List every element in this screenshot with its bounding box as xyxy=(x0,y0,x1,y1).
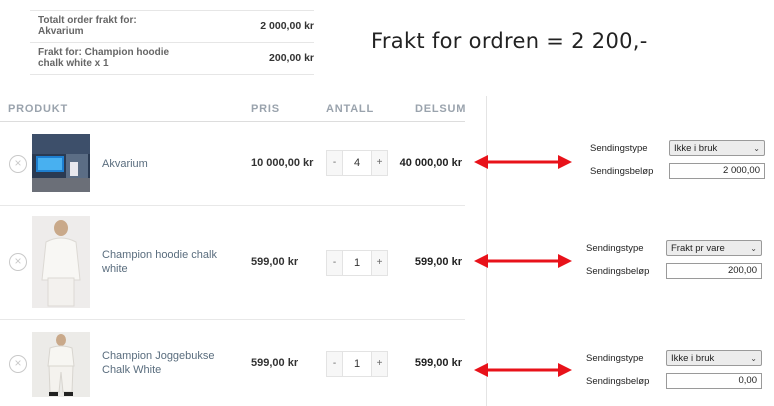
summary-value: 2 000,00 kr xyxy=(260,20,314,32)
quantity-stepper[interactable]: - 1 + xyxy=(326,250,388,276)
close-circle-icon[interactable]: × xyxy=(9,253,27,271)
product-price: 599,00 kr xyxy=(251,357,299,369)
close-circle-icon[interactable]: × xyxy=(9,355,27,373)
product-subtotal: 40 000,00 kr xyxy=(399,157,462,169)
header-quantity: ANTALL xyxy=(326,103,374,115)
freight-note: Frakt for ordren = 2 200,- xyxy=(371,29,648,53)
product-thumbnail[interactable] xyxy=(32,134,90,192)
chevron-down-icon: ⌄ xyxy=(750,244,757,253)
shipping-type-value: Ikke i bruk xyxy=(671,353,715,364)
product-price: 599,00 kr xyxy=(251,256,299,268)
quantity-stepper[interactable]: - 4 + xyxy=(326,150,388,176)
product-name-link[interactable]: Champion Joggebukse Chalk White xyxy=(102,349,227,377)
column-divider xyxy=(486,96,487,406)
cart-table-header: PRODUKT PRIS ANTALL DELSUM xyxy=(0,96,465,122)
shipping-type-select[interactable]: Ikke i bruk ⌄ xyxy=(666,350,762,366)
shipping-type-select[interactable]: Ikke i bruk ⌄ xyxy=(669,140,765,156)
shipping-type-label: Sendingstype xyxy=(586,353,644,364)
chevron-down-icon: ⌄ xyxy=(750,354,757,363)
header-subtotal: DELSUM xyxy=(415,103,467,115)
double-arrow-icon xyxy=(474,363,572,377)
chevron-down-icon: ⌄ xyxy=(753,144,760,153)
shipping-type-label: Sendingstype xyxy=(590,143,648,154)
summary-row: Frakt for: Champion hoodie chalk white x… xyxy=(30,42,314,75)
product-name-link[interactable]: Champion hoodie chalk white xyxy=(102,248,227,276)
freight-summary: Totalt order frakt for: Akvarium 2 000,0… xyxy=(30,10,314,75)
cart-row: × Champion hoodie chalk white 599,00 kr … xyxy=(0,206,465,319)
product-subtotal: 599,00 kr xyxy=(414,256,462,268)
summary-value: 200,00 kr xyxy=(269,52,314,64)
shipping-amount-input[interactable]: 0,00 xyxy=(666,373,762,389)
quantity-input[interactable]: 1 xyxy=(342,251,372,275)
cart-row: × Champion Joggebukse Chalk White 599,00… xyxy=(0,320,465,406)
summary-row: Totalt order frakt for: Akvarium 2 000,0… xyxy=(30,10,314,42)
product-thumbnail[interactable] xyxy=(32,216,90,308)
header-product: PRODUKT xyxy=(8,103,68,115)
header-price: PRIS xyxy=(251,103,280,115)
product-thumbnail[interactable] xyxy=(32,332,90,397)
close-circle-icon[interactable]: × xyxy=(9,155,27,173)
summary-label: Totalt order frakt for: Akvarium xyxy=(38,15,137,37)
double-arrow-icon xyxy=(474,155,572,169)
shipping-type-value: Frakt pr vare xyxy=(671,243,725,254)
quantity-stepper[interactable]: - 1 + xyxy=(326,351,388,377)
shipping-type-select[interactable]: Frakt pr vare ⌄ xyxy=(666,240,762,256)
shipping-amount-input[interactable]: 2 000,00 xyxy=(669,163,765,179)
product-price: 10 000,00 kr xyxy=(251,157,314,169)
shipping-amount-label: Sendingsbeløp xyxy=(586,266,650,277)
shipping-type-label: Sendingstype xyxy=(586,243,644,254)
shipping-type-value: Ikke i bruk xyxy=(674,143,718,154)
product-subtotal: 599,00 kr xyxy=(414,357,462,369)
shipping-amount-label: Sendingsbeløp xyxy=(590,166,654,177)
double-arrow-icon xyxy=(474,254,572,268)
product-name-link[interactable]: Akvarium xyxy=(102,157,227,171)
quantity-input[interactable]: 1 xyxy=(342,352,372,376)
quantity-input[interactable]: 4 xyxy=(342,151,372,175)
decrement-button[interactable]: - xyxy=(327,151,342,175)
shipping-amount-input[interactable]: 200,00 xyxy=(666,263,762,279)
cart-row: × Akvarium 10 000,00 kr - 4 + 40 000,00 … xyxy=(0,122,465,205)
shipping-amount-label: Sendingsbeløp xyxy=(586,376,650,387)
decrement-button[interactable]: - xyxy=(327,251,342,275)
decrement-button[interactable]: - xyxy=(327,352,342,376)
summary-label: Frakt for: Champion hoodie chalk white x… xyxy=(38,47,170,69)
